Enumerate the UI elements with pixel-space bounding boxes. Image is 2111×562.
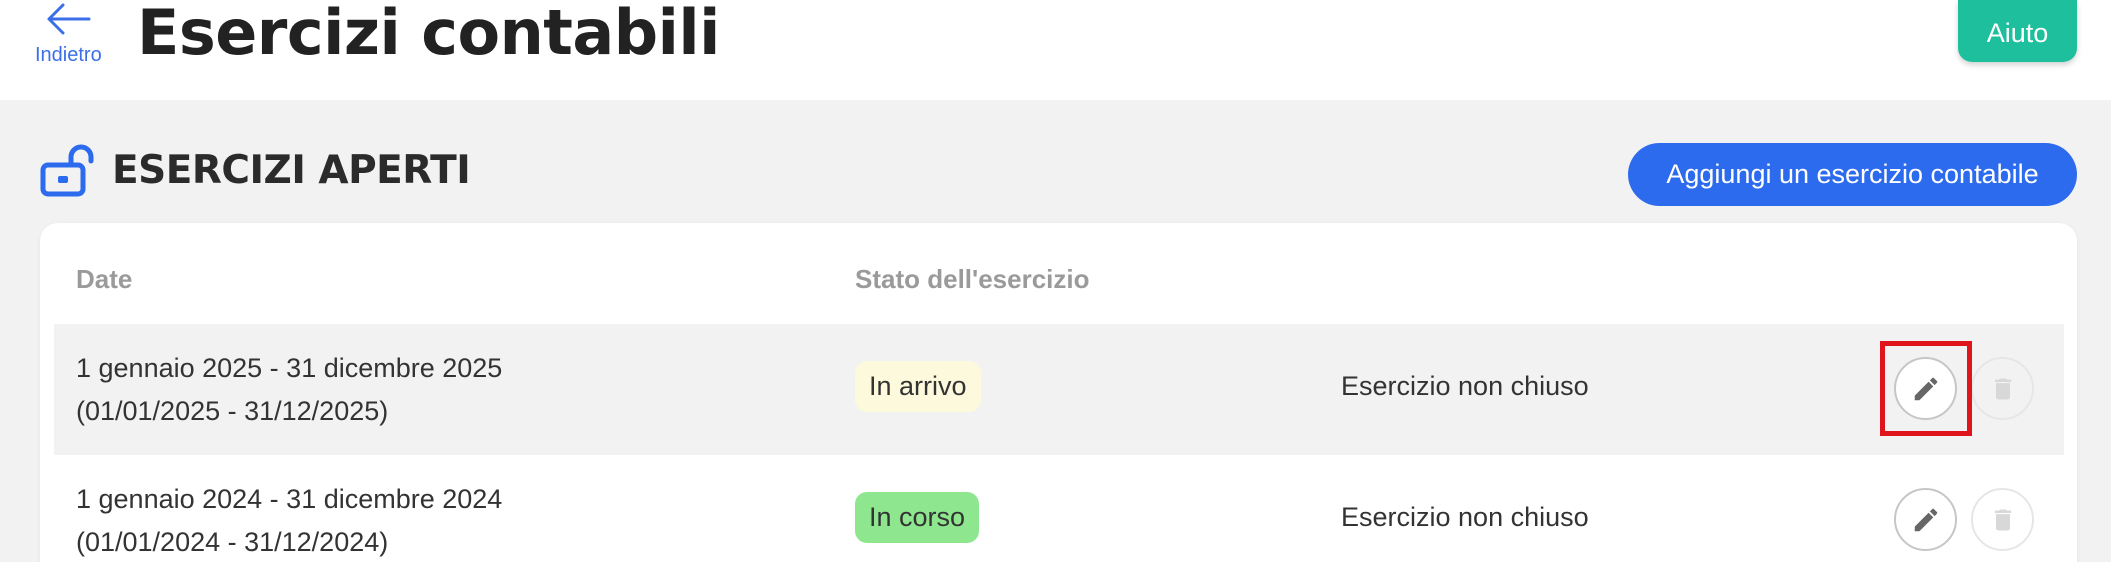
- date-range-numeric: (01/01/2025 - 31/12/2025): [76, 396, 389, 426]
- column-header-state: Stato dell'esercizio: [855, 264, 1090, 294]
- fiscal-years-table: Date Stato dell'esercizio 1 gennaio 2025…: [40, 223, 2077, 562]
- delete-button: [1971, 357, 2034, 420]
- table-header: Date Stato dell'esercizio: [40, 223, 2077, 323]
- page-title: Esercizi contabili: [137, 0, 720, 69]
- date-range: 1 gennaio 2025 - 31 dicembre 2025: [76, 353, 503, 383]
- top-bar: Indietro Esercizi contabili Aiuto: [0, 0, 2111, 100]
- date-range-numeric: (01/01/2024 - 31/12/2024): [76, 527, 389, 557]
- table-row: 1 gennaio 2024 - 31 dicembre 2024 (01/01…: [54, 455, 2064, 562]
- status-badge: In arrivo: [855, 361, 981, 412]
- trash-icon: [1994, 378, 2011, 399]
- column-header-date: Date: [76, 264, 133, 294]
- highlight-box: [1880, 341, 1972, 436]
- add-fiscal-year-button[interactable]: Aggiungi un esercizio contabile: [1628, 143, 2077, 206]
- back-label: Indietro: [35, 44, 102, 66]
- help-button[interactable]: Aiuto: [1958, 0, 2077, 62]
- closure-status: Esercizio non chiuso: [1341, 502, 1589, 532]
- status-badge: In corso: [855, 492, 980, 543]
- unlocked-padlock-icon: [40, 143, 98, 202]
- date-range: 1 gennaio 2024 - 31 dicembre 2024: [76, 484, 503, 514]
- section-title: ESERCIZI APERTI: [112, 148, 471, 193]
- closure-status: Esercizio non chiuso: [1341, 371, 1589, 401]
- arrow-left-icon: [47, 3, 91, 35]
- delete-button: [1971, 488, 2034, 551]
- back-button[interactable]: Indietro: [33, 0, 113, 70]
- pencil-icon: [1914, 508, 1937, 531]
- trash-icon: [1994, 509, 2011, 530]
- table-row: 1 gennaio 2025 - 31 dicembre 2025 (01/01…: [54, 324, 2064, 455]
- edit-button[interactable]: [1894, 488, 1957, 551]
